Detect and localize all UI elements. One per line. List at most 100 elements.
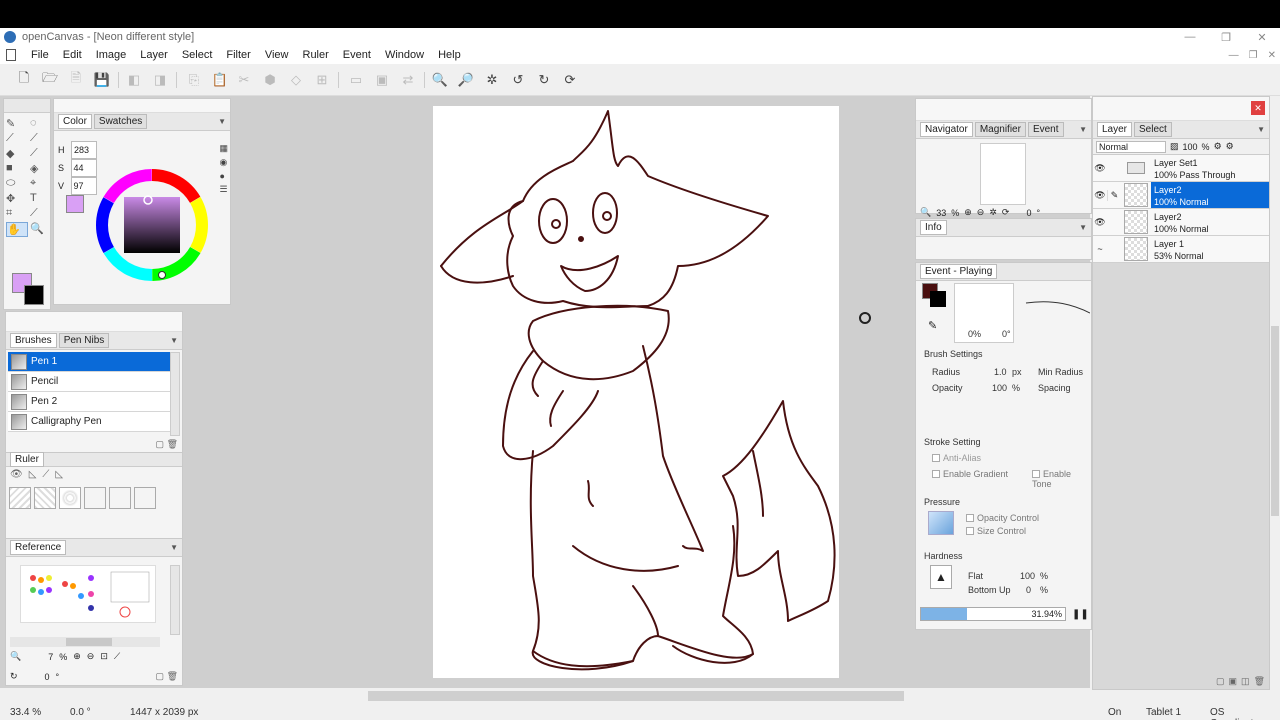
new-layer-icon[interactable]: ▢ — [1216, 676, 1225, 687]
copy-reference-icon[interactable]: ▢ — [156, 671, 165, 681]
parallel-ruler-icon[interactable] — [9, 487, 31, 509]
zoom-in-icon[interactable]: ⊕ — [964, 207, 972, 218]
tab-select[interactable]: Select — [1134, 122, 1172, 137]
layer-opacity-field[interactable]: 100 — [1183, 142, 1198, 152]
circle-mode-icon[interactable]: ● — [219, 171, 228, 181]
panel-menu-icon[interactable]: ▼ — [1079, 125, 1087, 134]
ink-tool-icon[interactable]: ◆ — [6, 147, 28, 160]
perspective-ruler-icon[interactable] — [84, 487, 106, 509]
wheel-mode-icon[interactable]: ◉ — [219, 157, 228, 168]
pressure-curve-icon[interactable] — [928, 511, 954, 535]
blend-mode-select[interactable]: Normal — [1096, 140, 1166, 153]
diagonal-ruler-icon[interactable] — [34, 487, 56, 509]
open-file-icon[interactable]: 🗁 — [42, 70, 58, 88]
tab-pen-nibs[interactable]: Pen Nibs — [58, 333, 110, 348]
tab-layer[interactable]: Layer — [1097, 122, 1133, 137]
enable-gradient-checkbox[interactable]: Enable Gradient — [932, 469, 1008, 479]
panel-menu-icon[interactable]: ▼ — [170, 543, 178, 552]
current-color-swatch[interactable] — [66, 195, 84, 213]
perspective-2-ruler-icon[interactable] — [109, 487, 131, 509]
layer-row-set[interactable]: 👁 Layer Set1 100% Pass Through — [1093, 155, 1269, 182]
picker-mode-icon[interactable]: ▦ — [219, 143, 228, 154]
reference-rotation-field[interactable]: 0 — [24, 672, 50, 682]
doc-close-button[interactable]: ✕ — [1268, 50, 1276, 61]
layer-row[interactable]: 👁 Layer2 100% Normal — [1093, 209, 1269, 236]
eraser-icon[interactable]: ◇ — [288, 72, 304, 88]
reference-image[interactable] — [20, 565, 156, 623]
menu-event[interactable]: Event — [336, 49, 378, 61]
concentric-ruler-icon[interactable] — [59, 487, 81, 509]
edit-pen-icon[interactable]: ✎ — [1107, 189, 1121, 201]
brush-list-scrollbar[interactable] — [170, 352, 180, 436]
menu-filter[interactable]: Filter — [219, 49, 257, 61]
rotate-right-icon[interactable]: ↻ — [536, 72, 552, 88]
menu-view[interactable]: View — [258, 49, 296, 61]
panel-menu-icon[interactable]: ▼ — [1257, 125, 1265, 134]
layer-options-icon[interactable]: ⚙ — [1226, 141, 1234, 152]
brush-tool-icon[interactable]: ⟋ — [6, 132, 28, 145]
select-tool-icon[interactable]: ⬭ — [6, 177, 28, 190]
minimize-button[interactable]: — — [1172, 28, 1208, 46]
tab-swatches[interactable]: Swatches — [93, 114, 148, 129]
panel-menu-icon[interactable]: ▼ — [1079, 223, 1087, 232]
eyedropper-icon[interactable]: ⟋ — [114, 651, 120, 662]
cut-icon[interactable]: ✂ — [236, 72, 252, 88]
visibility-eye-icon[interactable]: 👁 — [1093, 190, 1107, 201]
tab-reference[interactable]: Reference — [10, 540, 67, 555]
eyedropper-tool-icon[interactable]: ⟋ — [30, 207, 52, 220]
lock-icon[interactable]: ⚙ — [1214, 141, 1222, 152]
next-icon[interactable]: ◨ — [152, 72, 168, 88]
airbrush-tool-icon[interactable]: ⟋ — [30, 132, 52, 145]
doc-restore-button[interactable]: ❐ — [1249, 50, 1258, 61]
opacity-control-checkbox[interactable]: Opacity Control — [966, 513, 1039, 523]
menu-help[interactable]: Help — [431, 49, 468, 61]
panel-menu-icon[interactable]: ▼ — [218, 117, 226, 126]
layer-row[interactable]: ~ Layer 1 53% Normal — [1093, 236, 1269, 263]
zoom-out-icon[interactable]: 🔎 — [458, 72, 474, 88]
opacity-value[interactable]: 100 — [992, 383, 1007, 393]
ruler-snap-icon[interactable]: ◺ — [29, 469, 37, 480]
hand-tool-icon[interactable]: ✋ — [6, 222, 28, 237]
hue-field[interactable]: 283 — [71, 141, 98, 159]
fit-icon[interactable]: ✲ — [989, 207, 997, 218]
move-tool-icon[interactable]: ✥ — [6, 192, 28, 205]
radius-value[interactable]: 1.0 — [994, 367, 1007, 377]
event-bg-swatch[interactable] — [930, 291, 946, 307]
maximize-button[interactable]: ❐ — [1208, 28, 1244, 46]
right-vscroll[interactable] — [1270, 96, 1280, 688]
tab-brushes[interactable]: Brushes — [10, 333, 57, 348]
tab-info[interactable]: Info — [920, 220, 947, 235]
mask-icon[interactable]: ◫ — [1241, 676, 1250, 687]
drawing-canvas[interactable] — [433, 106, 839, 678]
rotate-reset-icon[interactable]: ⟳ — [1002, 207, 1010, 218]
zoom-in-icon[interactable]: 🔍 — [432, 72, 448, 88]
menu-window[interactable]: Window — [378, 49, 431, 61]
invert-icon[interactable]: ⇄ — [400, 72, 416, 88]
enable-tone-checkbox[interactable]: Enable Tone — [1032, 469, 1091, 489]
tab-magnifier[interactable]: Magnifier — [974, 122, 1026, 137]
menu-edit[interactable]: Edit — [56, 49, 89, 61]
slider-mode-icon[interactable]: ☰ — [219, 184, 228, 195]
rotate-left-icon[interactable]: ↺ — [510, 72, 526, 88]
fit-icon[interactable]: ⊡ — [100, 651, 108, 662]
new-folder-icon[interactable]: ▣ — [1229, 676, 1238, 687]
smudge-tool-icon[interactable]: ⟋ — [30, 147, 52, 160]
prev-icon[interactable]: ◧ — [126, 72, 142, 88]
new-file-icon[interactable]: 🗋 — [16, 70, 32, 88]
reference-hscroll[interactable] — [10, 637, 160, 647]
value-field[interactable]: 97 — [70, 177, 97, 195]
visibility-eye-icon[interactable]: ~ — [1093, 244, 1107, 254]
size-control-checkbox[interactable]: Size Control — [966, 526, 1026, 536]
reference-vscroll[interactable] — [170, 565, 180, 635]
fill-icon[interactable]: ⬢ — [262, 72, 278, 88]
brush-item[interactable]: Pen 1 — [8, 352, 170, 372]
layer-row[interactable]: 👁 ✎ Layer2 100% Normal — [1093, 182, 1269, 209]
saturation-field[interactable]: 44 — [70, 159, 97, 177]
ruler-curve-icon[interactable]: ◺ — [55, 469, 63, 480]
text-tool-icon[interactable]: T — [30, 192, 52, 205]
tab-event[interactable]: Event — [1027, 122, 1064, 137]
visibility-eye-icon[interactable]: 👁 — [1093, 217, 1107, 228]
delete-layer-icon[interactable]: 🗑 — [1254, 676, 1265, 687]
pause-icon[interactable]: ❚❚ — [1072, 609, 1089, 620]
tab-event-playing[interactable]: Event - Playing — [920, 264, 998, 279]
